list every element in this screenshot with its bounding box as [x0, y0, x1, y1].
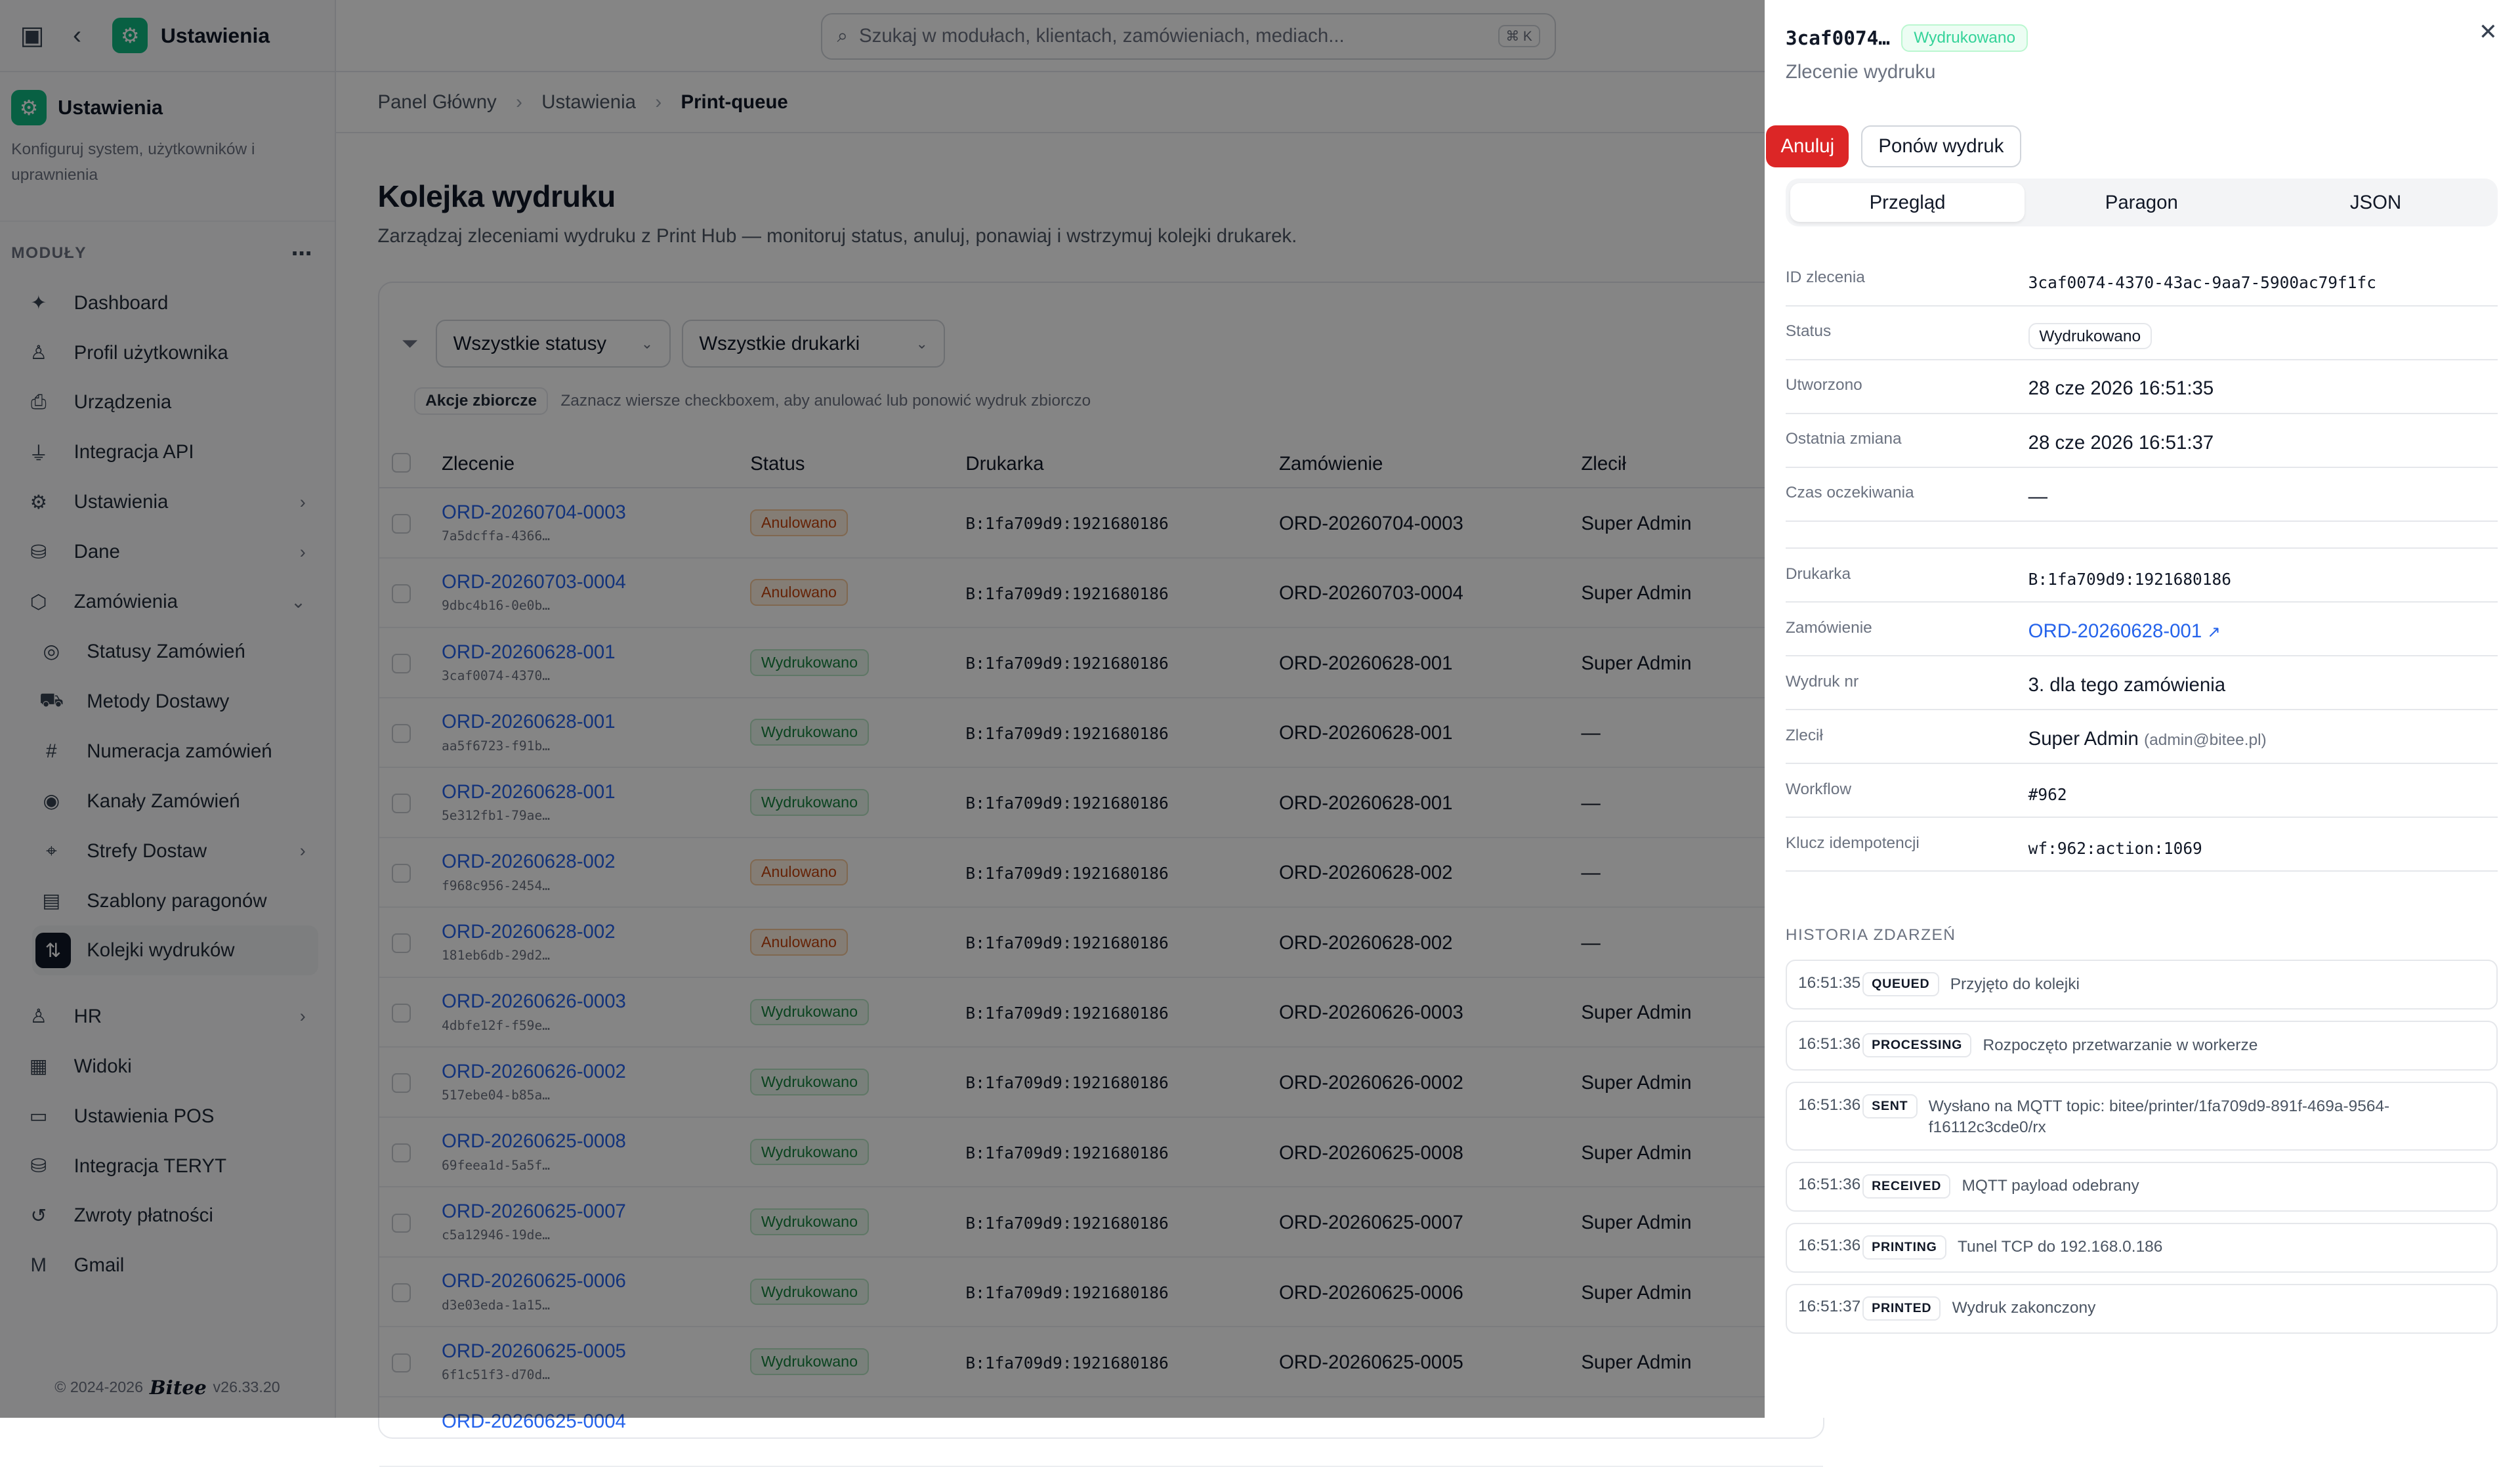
- detail-row-wydruk-nr: Wydruk nr 3. dla tego zamówienia: [1785, 656, 2498, 711]
- detail-label: ID zlecenia: [1785, 268, 1865, 286]
- detail-row-ostatnia-zmiana: Ostatnia zmiana 28 cze 2026 16:51:37: [1785, 414, 2498, 468]
- modal-backdrop[interactable]: [0, 0, 1765, 1418]
- detail-value-wrap: 3caf0074-4370-43ac-9aa7-5900ac79f1fc: [2028, 273, 2376, 292]
- detail-row-drukarka: Drukarka B:1fa709d9:1921680186: [1785, 549, 2498, 603]
- history-title: HISTORIA ZDARZEŃ: [1785, 925, 1956, 944]
- event-time: 16:51:36: [1797, 1176, 1861, 1194]
- detail-row-utworzono: Utworzono 28 cze 2026 16:51:35: [1785, 360, 2498, 414]
- detail-row-status: Status Wydrukowano: [1785, 307, 2498, 360]
- detail-value: 28 cze 2026 16:51:37: [2028, 431, 2214, 454]
- detail-label: Workflow: [1785, 780, 1851, 798]
- detail-value: —: [2028, 485, 2048, 507]
- event-time: 16:51:36: [1797, 1237, 1861, 1255]
- detail-label: Klucz idempotencji: [1785, 834, 1920, 852]
- detail-value: Super Admin: [2028, 728, 2139, 750]
- event-item: 16:51:37 PRINTED Wydruk zakonczony: [1785, 1283, 2498, 1334]
- detail-label: Ostatnia zmiana: [1785, 430, 1902, 448]
- drawer-title: 3caf0074… Wydrukowano: [1786, 24, 2028, 52]
- event-item: 16:51:36 RECEIVED MQTT payload odebrany: [1785, 1161, 2498, 1212]
- print-job-drawer: 3caf0074… Wydrukowano Zlecenie wydruku ✕…: [1765, 0, 2520, 1418]
- detail-value: 3caf0074-4370-43ac-9aa7-5900ac79f1fc: [2028, 273, 2376, 293]
- event-message: MQTT payload odebrany: [1962, 1177, 2139, 1195]
- event-message: Wysłano na MQTT topic: bitee/printer/1fa…: [1928, 1097, 2390, 1136]
- order-link[interactable]: ORD-20260628-001: [2028, 620, 2202, 642]
- detail-row-id-zlecenia: ID zlecenia 3caf0074-4370-43ac-9aa7-5900a…: [1785, 252, 2498, 307]
- event-kind: QUEUED: [1862, 972, 1939, 996]
- event-kind: RECEIVED: [1862, 1174, 1951, 1199]
- event-item: 16:51:36 PRINTING Tunel TCP do 192.168.0.1…: [1785, 1222, 2498, 1273]
- retry-print-button[interactable]: Ponów wydruk: [1860, 125, 2021, 167]
- detail-value-wrap: B:1fa709d9:1921680186: [2028, 570, 2231, 589]
- detail-row-czas-oczekiwania: Czas oczekiwania —: [1785, 468, 2498, 522]
- event-time: 16:51:35: [1797, 973, 1861, 992]
- tab-json[interactable]: JSON: [2259, 183, 2493, 222]
- cancel-button[interactable]: Anuluj: [1766, 125, 1849, 167]
- event-kind: PRINTING: [1862, 1235, 1946, 1260]
- detail-row-zamowienie: Zamówienie ORD-20260628-001 ↗: [1785, 603, 2498, 657]
- drawer-tabs: Przegląd Paragon JSON: [1785, 178, 2498, 227]
- status-badge: Wydrukowano: [1901, 24, 2028, 52]
- event-item: 16:51:36 SENT Wysłano na MQTT topic: bitee…: [1785, 1082, 2498, 1151]
- detail-value: 28 cze 2026 16:51:35: [2028, 377, 2214, 400]
- detail-value: 3. dla tego zamówienia: [2028, 674, 2226, 696]
- detail-row-zlecil: Zlecił Super Admin (admin@bitee.pl): [1785, 710, 2498, 765]
- detail-value: wf:962:action:1069: [2028, 839, 2202, 859]
- detail-extra: (admin@bitee.pl): [2144, 731, 2267, 750]
- detail-value-wrap: 28 cze 2026 16:51:35: [2028, 377, 2214, 400]
- event-time: 16:51:36: [1797, 1095, 1861, 1114]
- status-chip: Wydrukowano: [2028, 322, 2152, 350]
- detail-value-wrap: Wydrukowano: [2028, 322, 2152, 350]
- detail-value-wrap: 28 cze 2026 16:51:37: [2028, 432, 2214, 454]
- detail-label: Zlecił: [1785, 726, 1823, 744]
- detail-value: #962: [2028, 785, 2067, 805]
- detail-value-wrap: 3. dla tego zamówienia: [2028, 674, 2225, 696]
- event-message: Rozpoczęto przetwarzanie w workerze: [1983, 1036, 2258, 1054]
- event-item: 16:51:35 QUEUED Przyjęto do kolejki: [1785, 960, 2498, 1010]
- event-item: 16:51:36 PROCESSING Rozpoczęto przetwarzan…: [1785, 1021, 2498, 1071]
- detail-value-wrap: —: [2028, 486, 2048, 508]
- close-icon[interactable]: ✕: [2479, 19, 2498, 45]
- drawer-subtitle: Zlecenie wydruku: [1785, 61, 1936, 83]
- event-message: Przyjęto do kolejki: [1950, 975, 2080, 993]
- detail-fields: ID zlecenia 3caf0074-4370-43ac-9aa7-5900a…: [1785, 252, 2498, 872]
- detail-label: Wydruk nr: [1785, 672, 1859, 691]
- event-kind: PROCESSING: [1862, 1033, 1972, 1058]
- detail-label: Czas oczekiwania: [1785, 484, 1914, 502]
- detail-row-klucz-idempotencji: Klucz idempotencji wf:962:action:1069: [1785, 818, 2498, 872]
- job-short-id: 3caf0074…: [1785, 26, 1890, 49]
- event-time: 16:51:37: [1797, 1298, 1861, 1316]
- tab-receipt[interactable]: Paragon: [2025, 183, 2259, 222]
- detail-value-wrap: Super Admin (admin@bitee.pl): [2028, 728, 2267, 750]
- event-kind: SENT: [1862, 1094, 1918, 1119]
- detail-value-wrap: #962: [2028, 785, 2067, 804]
- event-message: Tunel TCP do 192.168.0.186: [1957, 1238, 2163, 1256]
- tab-overview[interactable]: Przegląd: [1790, 183, 2025, 222]
- detail-value-wrap: ORD-20260628-001 ↗: [2028, 620, 2221, 643]
- detail-label: Status: [1785, 322, 1832, 340]
- event-history: 16:51:35 QUEUED Przyjęto do kolejki 16:51:3…: [1785, 960, 2498, 1345]
- detail-value-wrap: wf:962:action:1069: [2028, 839, 2202, 858]
- section-divider: [1785, 522, 2498, 549]
- detail-label: Zamówienie: [1785, 618, 1872, 637]
- event-time: 16:51:36: [1797, 1034, 1861, 1053]
- detail-label: Drukarka: [1785, 564, 1851, 583]
- detail-value: B:1fa709d9:1921680186: [2028, 570, 2231, 589]
- detail-row-workflow: Workflow #962: [1785, 764, 2498, 819]
- detail-label: Utworzono: [1785, 376, 1862, 394]
- external-link-icon[interactable]: ↗: [2207, 624, 2221, 641]
- event-kind: PRINTED: [1862, 1296, 1941, 1321]
- event-message: Wydruk zakonczony: [1952, 1299, 2096, 1317]
